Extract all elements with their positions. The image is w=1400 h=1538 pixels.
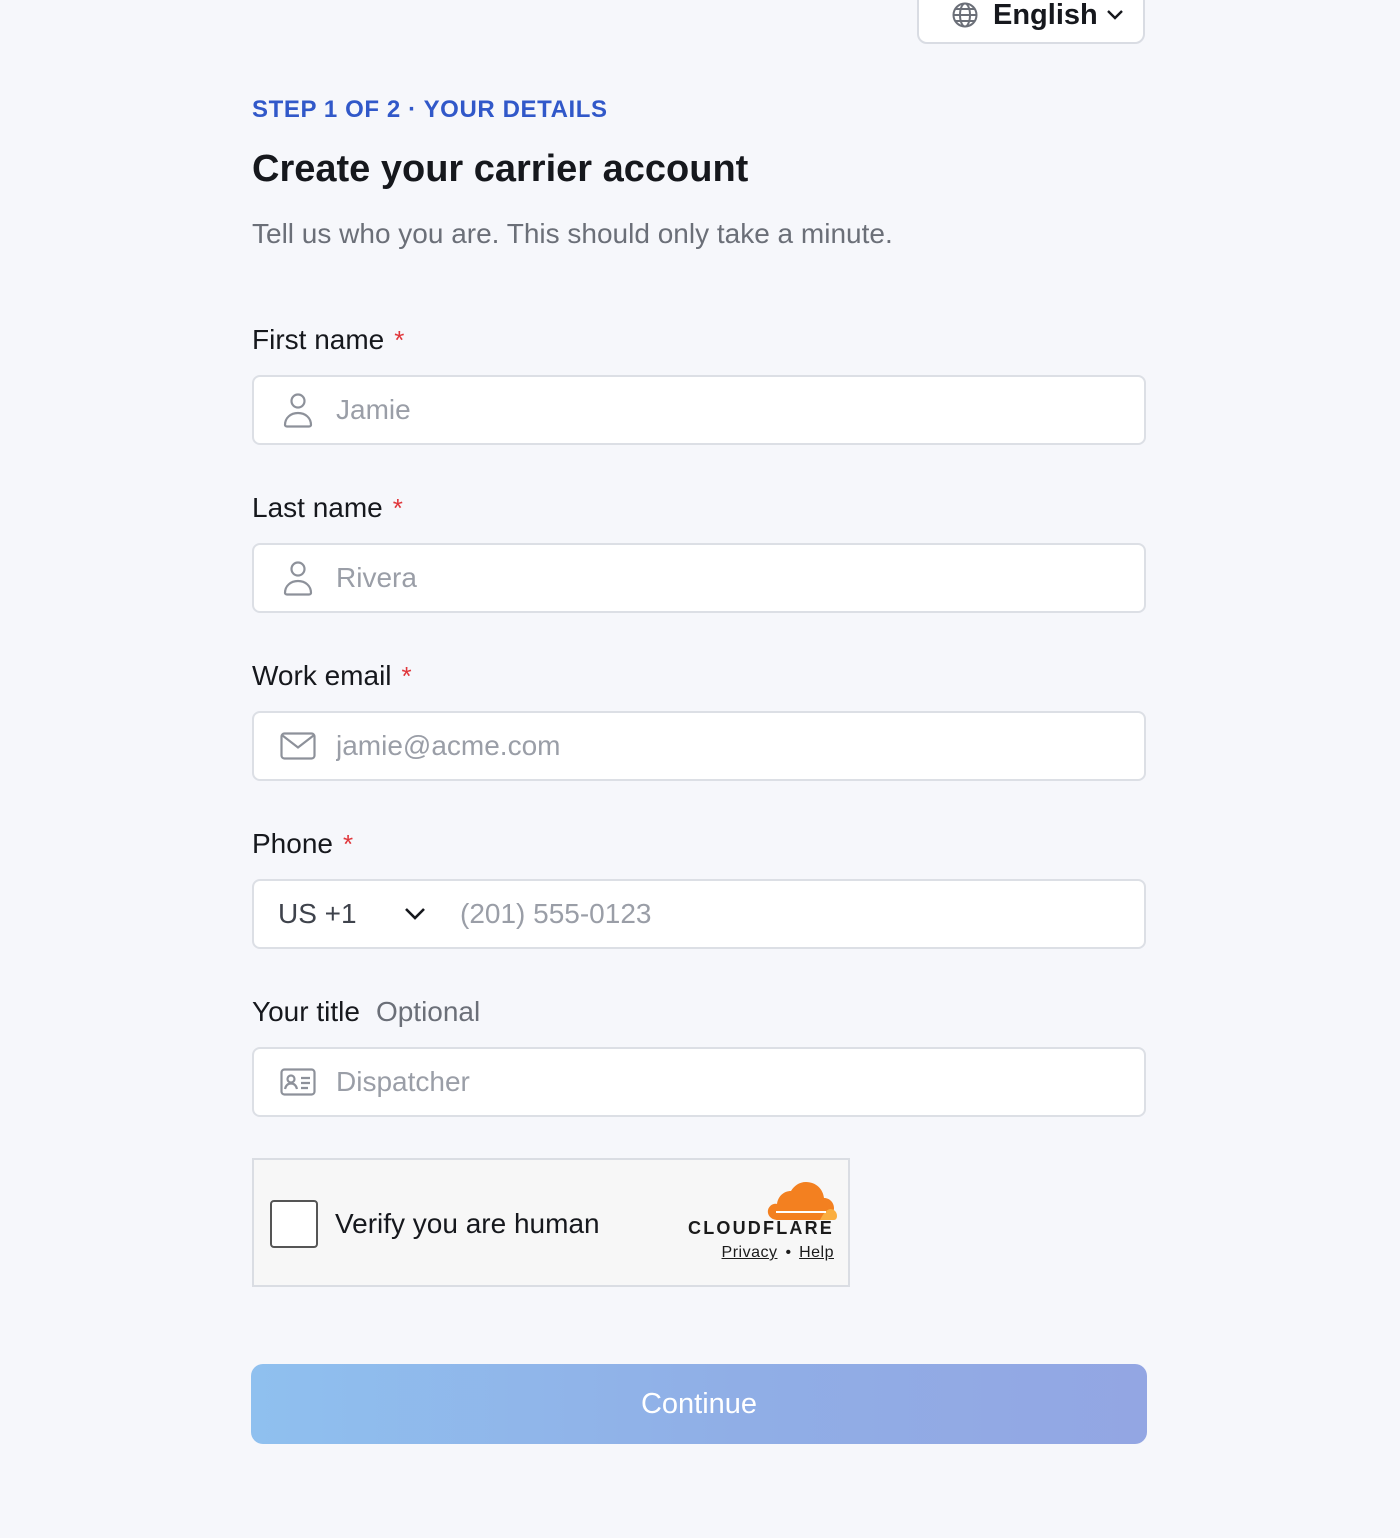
user-icon xyxy=(278,390,318,430)
user-icon xyxy=(278,558,318,598)
required-marker: * xyxy=(392,493,403,523)
title-input[interactable] xyxy=(334,1048,1144,1116)
link-separator: • xyxy=(785,1244,792,1261)
optional-marker: Optional xyxy=(375,996,481,1027)
first-name-input[interactable] xyxy=(334,376,1144,444)
chevron-down-icon xyxy=(404,907,426,921)
help-link[interactable]: Help xyxy=(799,1244,834,1262)
continue-button[interactable]: Continue xyxy=(251,1364,1147,1444)
last-name-input[interactable] xyxy=(334,544,1144,612)
title-label: Your title Optional xyxy=(252,996,480,1028)
last-name-label-text: Last name xyxy=(252,492,383,523)
phone-label: Phone * xyxy=(252,828,353,860)
first-name-label-text: First name xyxy=(252,324,385,355)
required-marker: * xyxy=(394,325,405,355)
country-code-select[interactable]: US +1 xyxy=(254,881,436,947)
id-card-icon xyxy=(278,1062,318,1102)
captcha-label: Verify you are human xyxy=(335,1208,600,1239)
page-title: Create your carrier account xyxy=(252,148,749,190)
language-selector[interactable]: English xyxy=(917,0,1145,44)
captcha-links: Privacy • Help xyxy=(722,1244,834,1262)
last-name-field[interactable] xyxy=(252,543,1146,613)
captcha-checkbox[interactable] xyxy=(270,1200,318,1248)
first-name-label: First name * xyxy=(252,324,404,356)
title-field[interactable] xyxy=(252,1047,1146,1117)
cloudflare-cloud-icon xyxy=(766,1182,838,1220)
page-subtitle: Tell us who you are. This should only ta… xyxy=(252,218,893,249)
phone-input[interactable] xyxy=(436,880,1144,948)
email-label-text: Work email xyxy=(252,660,392,691)
last-name-label: Last name * xyxy=(252,492,403,524)
phone-label-text: Phone xyxy=(252,828,333,859)
language-label: English xyxy=(993,0,1098,31)
email-input[interactable] xyxy=(334,712,1144,780)
email-field[interactable] xyxy=(252,711,1146,781)
required-marker: * xyxy=(342,829,354,859)
chevron-down-icon xyxy=(1106,9,1124,21)
cloudflare-brand: CLOUDFLARE xyxy=(688,1218,834,1238)
first-name-field[interactable] xyxy=(252,375,1146,445)
email-label: Work email * xyxy=(252,660,412,692)
mail-icon xyxy=(278,726,318,766)
country-code-value: US +1 xyxy=(278,898,357,929)
step-indicator: STEP 1 OF 2 · YOUR DETAILS xyxy=(252,96,608,123)
required-marker: * xyxy=(401,661,412,691)
captcha-widget: Verify you are human CLOUDFLARE Privacy … xyxy=(252,1158,850,1287)
title-label-text: Your title xyxy=(252,996,360,1027)
globe-icon xyxy=(951,1,979,29)
phone-field[interactable]: US +1 xyxy=(252,879,1146,949)
privacy-link[interactable]: Privacy xyxy=(722,1244,778,1262)
